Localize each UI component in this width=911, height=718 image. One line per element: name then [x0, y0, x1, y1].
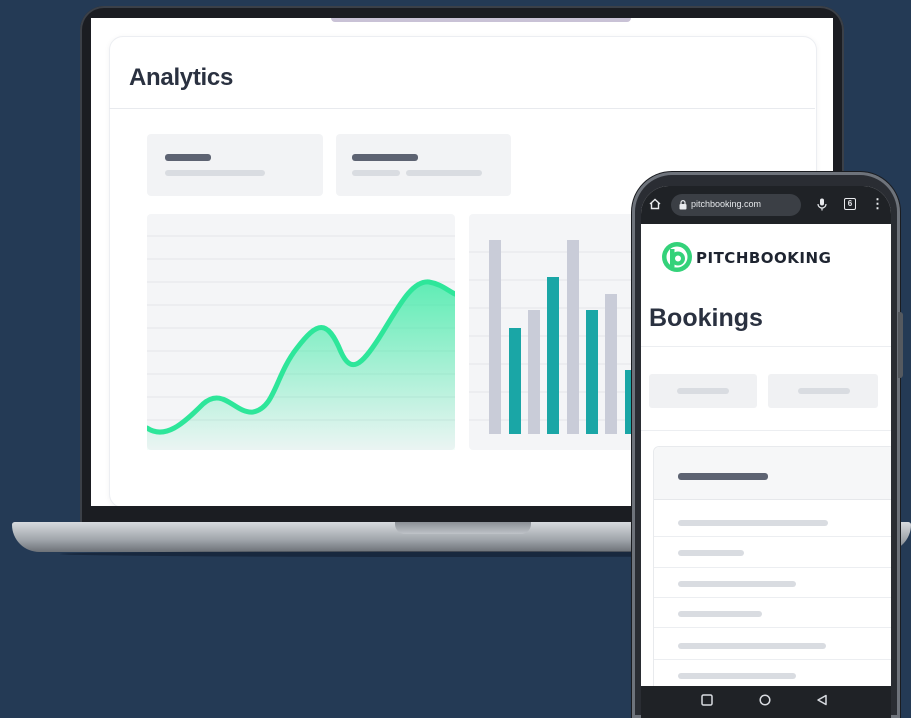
list-row-divider	[654, 567, 891, 568]
line-chart-panel	[144, 214, 458, 450]
list-row-divider	[654, 627, 891, 628]
stat-tile-subtext	[165, 170, 265, 176]
phone-side-button	[898, 312, 903, 378]
list-row-divider	[654, 659, 891, 660]
line-chart	[144, 235, 458, 450]
more-menu-icon[interactable]: ⋮	[871, 197, 884, 210]
stat-tile-heading	[165, 154, 211, 161]
bar-4	[547, 277, 559, 434]
list-item[interactable]	[678, 611, 762, 617]
stat-tile-1[interactable]	[147, 134, 323, 196]
list-header	[654, 447, 891, 500]
url-text: pitchbooking.com	[691, 199, 762, 209]
title-divider	[641, 346, 891, 347]
microphone-icon[interactable]	[817, 198, 827, 213]
phone-screen: pitchbooking.com 6 ⋮ PITCHBOOKING Bookin…	[641, 186, 891, 718]
bar-7	[605, 294, 617, 434]
back-triangle-icon[interactable]	[816, 694, 828, 709]
brand-name: PITCHBOOKING	[696, 249, 832, 267]
home-icon[interactable]	[649, 198, 661, 212]
phone-stat-tile-2[interactable]	[768, 374, 878, 408]
stat-tile-subtext	[406, 170, 482, 176]
tile-subtext	[677, 388, 729, 394]
phone-stat-tile-1[interactable]	[649, 374, 757, 408]
tiles-divider	[641, 430, 891, 431]
bookings-list-card	[653, 446, 891, 718]
list-item[interactable]	[678, 581, 796, 587]
tabs-icon[interactable]: 6	[844, 198, 856, 210]
list-item[interactable]	[678, 673, 796, 679]
list-header-heading	[678, 473, 768, 480]
circle-nav-icon[interactable]	[759, 694, 771, 709]
address-bar[interactable]: pitchbooking.com	[671, 194, 801, 216]
page-title: Analytics	[129, 64, 234, 91]
square-nav-icon[interactable]	[701, 694, 713, 709]
laptop-opening-notch	[395, 522, 531, 534]
list-item[interactable]	[678, 643, 826, 649]
line-chart-area	[147, 281, 455, 450]
bar-6	[586, 310, 598, 434]
stat-tile-heading	[352, 154, 418, 161]
stat-tile-subtext	[352, 170, 400, 176]
list-row-divider	[654, 536, 891, 537]
list-row-divider	[654, 597, 891, 598]
android-nav-bar	[641, 686, 891, 718]
tile-subtext	[798, 388, 850, 394]
bar-5	[567, 240, 579, 434]
browser-bar: pitchbooking.com 6 ⋮	[641, 186, 891, 224]
pitchbooking-logo-icon	[662, 242, 692, 272]
bar-2	[509, 328, 521, 434]
header-divider	[109, 108, 815, 109]
list-item[interactable]	[678, 520, 828, 526]
camera-notch	[331, 18, 631, 22]
bar-3	[528, 310, 540, 434]
lock-icon	[679, 199, 687, 212]
stat-tile-2[interactable]	[336, 134, 511, 196]
bookings-title: Bookings	[649, 304, 763, 332]
bar-1	[489, 240, 501, 434]
list-item[interactable]	[678, 550, 744, 556]
